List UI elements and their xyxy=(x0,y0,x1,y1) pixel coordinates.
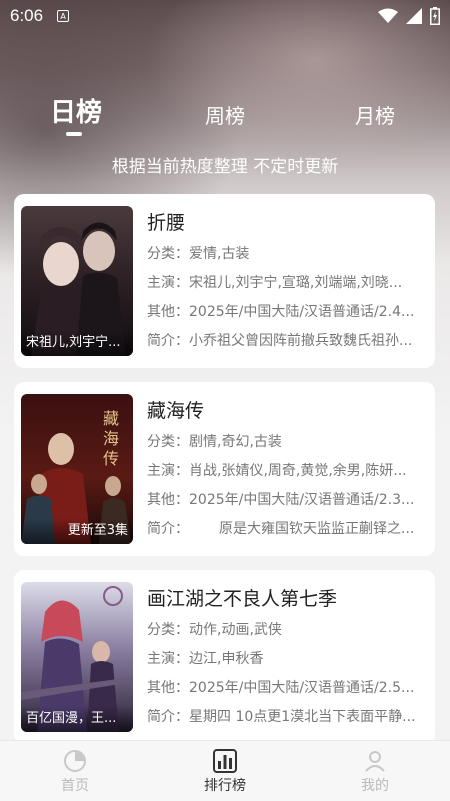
show-poster[interactable]: 百亿国漫，王... xyxy=(21,582,133,732)
other-key: 其他： xyxy=(147,492,189,508)
show-other: 其他：2025年/中国大陆/汉语普通话/2.3... xyxy=(147,489,427,509)
other-value: 2025年/中国大陆/汉语普通话/2.3... xyxy=(189,492,415,508)
category-value: 动作,动画,武侠 xyxy=(189,622,282,638)
nav-item-ranking[interactable]: 排行榜 xyxy=(150,741,300,801)
other-key: 其他： xyxy=(147,680,189,696)
poster-caption: 更新至3集 xyxy=(21,518,133,544)
show-intro: 简介：星期四 10点更1漠北当下表面平静... xyxy=(147,706,427,726)
show-other: 其他：2025年/中国大陆/汉语普通话/2.5... xyxy=(147,677,427,697)
show-card[interactable]: 宋祖儿,刘宇宁... 折腰 分类：爱情,古装 主演：宋祖儿,刘宇宁,宣璐,刘端端… xyxy=(14,194,435,368)
show-title[interactable]: 画江湖之不良人第七季 xyxy=(147,584,337,611)
ranking-subtitle: 根据当前热度整理 不定时更新 xyxy=(111,157,339,177)
category-key: 分类： xyxy=(147,246,189,262)
category-key: 分类： xyxy=(147,622,189,638)
show-title[interactable]: 藏海传 xyxy=(147,396,204,423)
other-value: 2025年/中国大陆/汉语普通话/2.4... xyxy=(189,304,415,320)
poster-caption: 宋祖儿,刘宇宁... xyxy=(21,330,133,356)
home-icon xyxy=(64,750,86,772)
show-title[interactable]: 折腰 xyxy=(147,208,185,235)
svg-text:藏: 藏 xyxy=(103,409,119,428)
nav-label-mine: 我的 xyxy=(361,778,389,794)
nav-item-home[interactable]: 首页 xyxy=(0,741,150,801)
cast-key: 主演： xyxy=(147,651,189,667)
signal-icon xyxy=(406,8,422,24)
other-value: 2025年/中国大陆/汉语普通话/2.5... xyxy=(189,680,415,696)
show-category: 分类：剧情,奇幻,古装 xyxy=(147,431,427,451)
bottom-nav: 首页 排行榜 我的 xyxy=(0,740,450,801)
intro-value: 原是大雍国钦天监监正蒯铎之... xyxy=(219,521,415,537)
status-time: 6:06 xyxy=(10,6,44,25)
wifi-icon xyxy=(378,8,398,23)
cast-key: 主演： xyxy=(147,275,189,291)
cast-value: 边江,申秋香 xyxy=(189,651,264,667)
poster-caption: 百亿国漫，王... xyxy=(21,706,133,732)
intro-key: 简介： xyxy=(147,709,189,725)
ranking-tabs: 日榜 周榜 月榜 xyxy=(0,92,450,142)
nav-label-home: 首页 xyxy=(61,778,89,794)
show-cast: 主演：宋祖儿,刘宇宁,宣璐,刘端端,刘晓... xyxy=(147,272,427,292)
category-key: 分类： xyxy=(147,434,189,450)
svg-text:传: 传 xyxy=(103,449,119,468)
show-cast: 主演：边江,申秋香 xyxy=(147,648,427,668)
show-category: 分类：爱情,古装 xyxy=(147,243,427,263)
intro-value: 小乔祖父曾因阵前撤兵致魏氏祖孙... xyxy=(189,333,413,349)
battery-icon xyxy=(430,7,440,25)
notification-a-icon: A xyxy=(57,10,70,22)
intro-key: 简介： xyxy=(147,521,189,537)
show-poster[interactable]: 藏 海 传 更新至3集 xyxy=(21,394,133,544)
active-tab-indicator xyxy=(66,132,82,136)
show-category: 分类：动作,动画,武侠 xyxy=(147,619,427,639)
intro-key: 简介： xyxy=(147,333,189,349)
tab-monthly[interactable]: 月榜 xyxy=(355,100,395,129)
category-value: 爱情,古装 xyxy=(189,246,250,262)
other-key: 其他： xyxy=(147,304,189,320)
category-value: 剧情,奇幻,古装 xyxy=(189,434,282,450)
cast-value: 宋祖儿,刘宇宁,宣璐,刘端端,刘晓... xyxy=(189,275,403,291)
show-card[interactable]: 藏 海 传 更新至3集 藏海传 分类：剧情,奇幻,古装 主演：肖战,张婧仪,周奇… xyxy=(14,382,435,556)
ranking-icon xyxy=(213,749,237,773)
cast-key: 主演： xyxy=(147,463,189,479)
tab-daily[interactable]: 日榜 xyxy=(50,92,102,129)
show-poster[interactable]: 宋祖儿,刘宇宁... xyxy=(21,206,133,356)
show-intro: 简介：小乔祖父曾因阵前撤兵致魏氏祖孙... xyxy=(147,330,427,350)
tab-weekly[interactable]: 周榜 xyxy=(205,100,245,129)
nav-item-mine[interactable]: 我的 xyxy=(300,741,450,801)
cast-value: 肖战,张婧仪,周奇,黄觉,余男,陈妍... xyxy=(189,463,407,479)
profile-icon xyxy=(365,751,385,772)
show-card[interactable]: 百亿国漫，王... 画江湖之不良人第七季 分类：动作,动画,武侠 主演：边江,申… xyxy=(14,570,435,744)
show-cast: 主演：肖战,张婧仪,周奇,黄觉,余男,陈妍... xyxy=(147,460,427,480)
show-other: 其他：2025年/中国大陆/汉语普通话/2.4... xyxy=(147,301,427,321)
status-bar: 6:06 A xyxy=(0,0,450,32)
show-intro: 简介： 原是大雍国钦天监监正蒯铎之... xyxy=(147,518,427,538)
intro-value: 星期四 10点更1漠北当下表面平静... xyxy=(189,709,416,725)
svg-text:海: 海 xyxy=(103,429,119,448)
nav-label-ranking: 排行榜 xyxy=(204,778,246,794)
